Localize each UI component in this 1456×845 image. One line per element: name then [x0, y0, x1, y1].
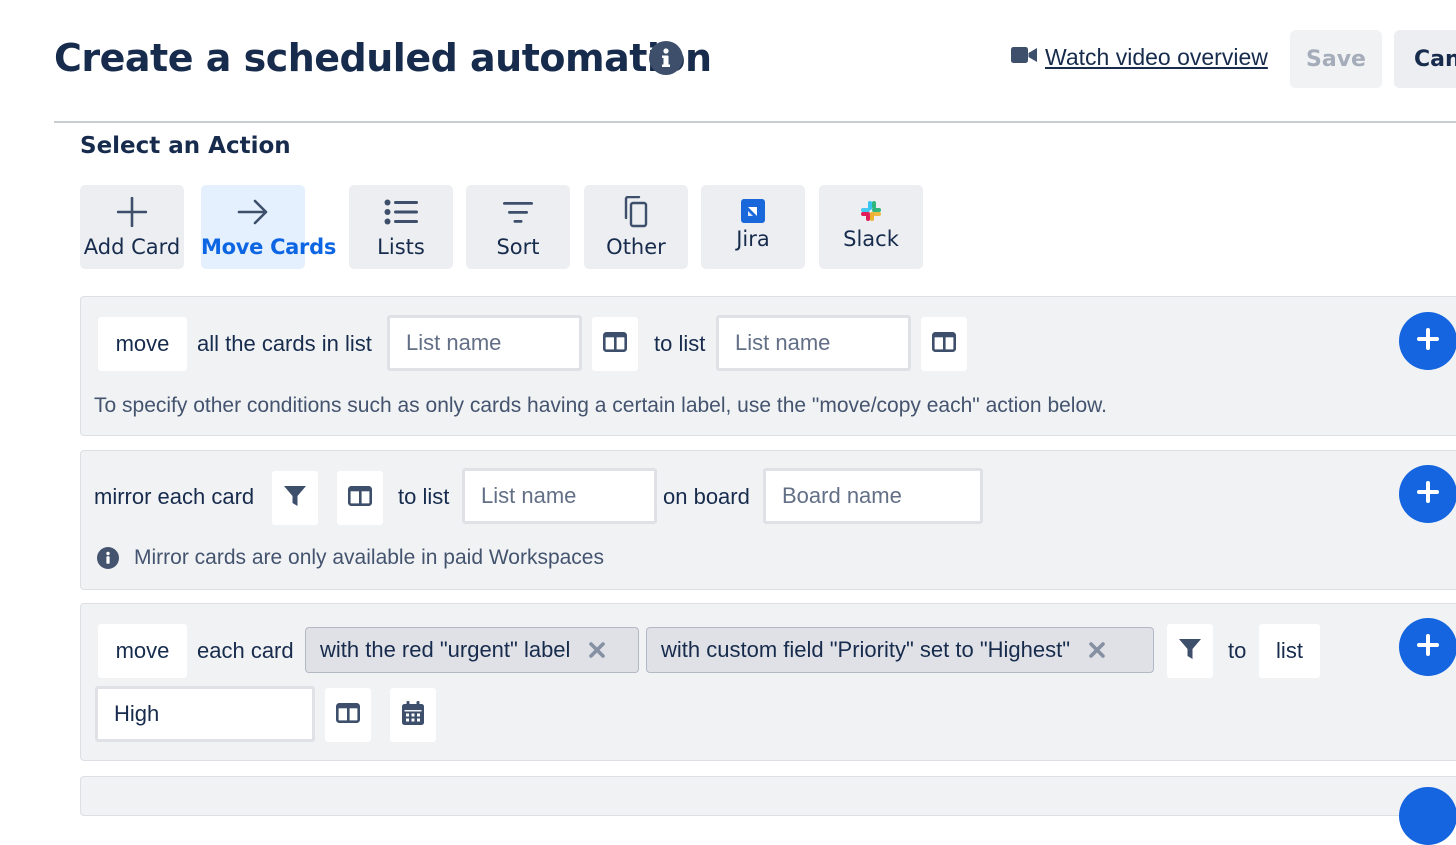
tab-label: Sort	[496, 235, 540, 259]
destination-type-chip[interactable]: list	[1259, 624, 1320, 678]
calendar-icon	[402, 700, 424, 730]
in-list-label: all the cards in list	[197, 331, 372, 356]
destination-type-label: list	[1276, 638, 1303, 663]
tab-sort[interactable]: Sort	[466, 185, 570, 269]
tab-label: Slack	[843, 227, 899, 251]
board-input[interactable]	[763, 468, 983, 524]
add-action-button[interactable]	[1399, 787, 1456, 845]
filter-pill-text: with custom field "Priority" set to "Hig…	[661, 637, 1071, 662]
list-picker-button[interactable]	[592, 317, 638, 371]
to-list-label: to list	[398, 484, 450, 509]
board-columns-icon	[931, 331, 956, 357]
plus-icon	[1417, 327, 1439, 355]
save-button[interactable]: Save	[1290, 30, 1382, 88]
list-icon	[349, 197, 453, 227]
tab-lists[interactable]: Lists	[349, 185, 453, 269]
action-move-all-panel: move all the cards in list to list To sp…	[80, 296, 1456, 436]
tab-label: Add Card	[83, 235, 181, 259]
cancel-button[interactable]: Can	[1394, 30, 1456, 88]
watch-video-label: Watch video overview	[1045, 44, 1268, 70]
video-camera-icon	[1011, 46, 1037, 69]
move-all-hint: To specify other conditions such as only…	[94, 394, 1107, 417]
plus-icon	[1417, 633, 1439, 661]
board-columns-icon	[347, 485, 372, 511]
tab-label: Lists	[377, 235, 425, 259]
header-divider	[54, 121, 1456, 123]
tab-label: Other	[606, 235, 666, 259]
board-columns-icon	[602, 331, 627, 357]
mirror-list-input[interactable]	[462, 468, 657, 524]
filter-button[interactable]	[1167, 624, 1213, 678]
action-next-panel	[80, 776, 1456, 845]
verb-move-chip[interactable]: move	[98, 317, 187, 371]
target-list-picker-button[interactable]	[921, 317, 967, 371]
add-action-button[interactable]	[1399, 465, 1456, 523]
to-label: to	[1228, 638, 1247, 663]
action-move-each-panel: move each card with the red "urgent" lab…	[80, 603, 1456, 761]
date-picker-button[interactable]	[390, 688, 436, 742]
verb-move-chip[interactable]: move	[98, 624, 187, 678]
copy-icon	[584, 196, 688, 228]
add-action-button[interactable]	[1399, 312, 1456, 370]
tab-jira[interactable]: Jira	[701, 185, 805, 269]
jira-icon	[701, 199, 805, 223]
destination-list-input[interactable]	[95, 686, 315, 742]
on-board-label: on board	[663, 484, 750, 509]
plus-icon	[80, 197, 184, 227]
filter-pill-label[interactable]: with the red "urgent" label	[305, 627, 639, 673]
action-mirror-panel: mirror each card to list on board Mirror…	[80, 450, 1456, 590]
info-icon	[97, 547, 119, 574]
tab-move-cards[interactable]: Move Cards	[201, 185, 337, 269]
add-action-button[interactable]	[1399, 618, 1456, 676]
verb-move-label: move	[115, 331, 170, 356]
list-picker-button[interactable]	[337, 471, 383, 525]
watch-video-link[interactable]: Watch video overview	[1011, 44, 1268, 71]
info-icon[interactable]	[649, 41, 683, 75]
verb-move-label: move	[115, 638, 170, 663]
mirror-info-text: Mirror cards are only available in paid …	[134, 546, 604, 569]
section-title: Select an Action	[80, 133, 291, 159]
board-columns-icon	[335, 702, 360, 728]
remove-filter-icon[interactable]	[1088, 641, 1106, 659]
slack-icon	[819, 199, 923, 223]
page-title: Create a scheduled automation	[54, 36, 712, 80]
source-list-input[interactable]	[387, 315, 582, 371]
tab-label: Move Cards	[201, 235, 337, 259]
sort-icon	[466, 197, 570, 227]
tab-add-card[interactable]: Add Card	[80, 185, 184, 269]
list-picker-button[interactable]	[325, 688, 371, 742]
filter-icon	[283, 484, 307, 513]
filter-pill-text: with the red "urgent" label	[320, 637, 571, 662]
each-card-label: each card	[197, 638, 294, 663]
filter-pill-custom-field[interactable]: with custom field "Priority" set to "Hig…	[646, 627, 1154, 673]
tab-other[interactable]: Other	[584, 185, 688, 269]
to-list-label: to list	[654, 331, 706, 356]
mirror-label: mirror each card	[94, 484, 255, 509]
target-list-input[interactable]	[716, 315, 911, 371]
plus-icon	[1417, 480, 1439, 508]
filter-icon	[1178, 637, 1202, 666]
filter-button[interactable]	[272, 471, 318, 525]
arrow-right-icon	[201, 197, 305, 227]
remove-filter-icon[interactable]	[588, 641, 606, 659]
tab-slack[interactable]: Slack	[819, 185, 923, 269]
tab-label: Jira	[736, 227, 770, 251]
